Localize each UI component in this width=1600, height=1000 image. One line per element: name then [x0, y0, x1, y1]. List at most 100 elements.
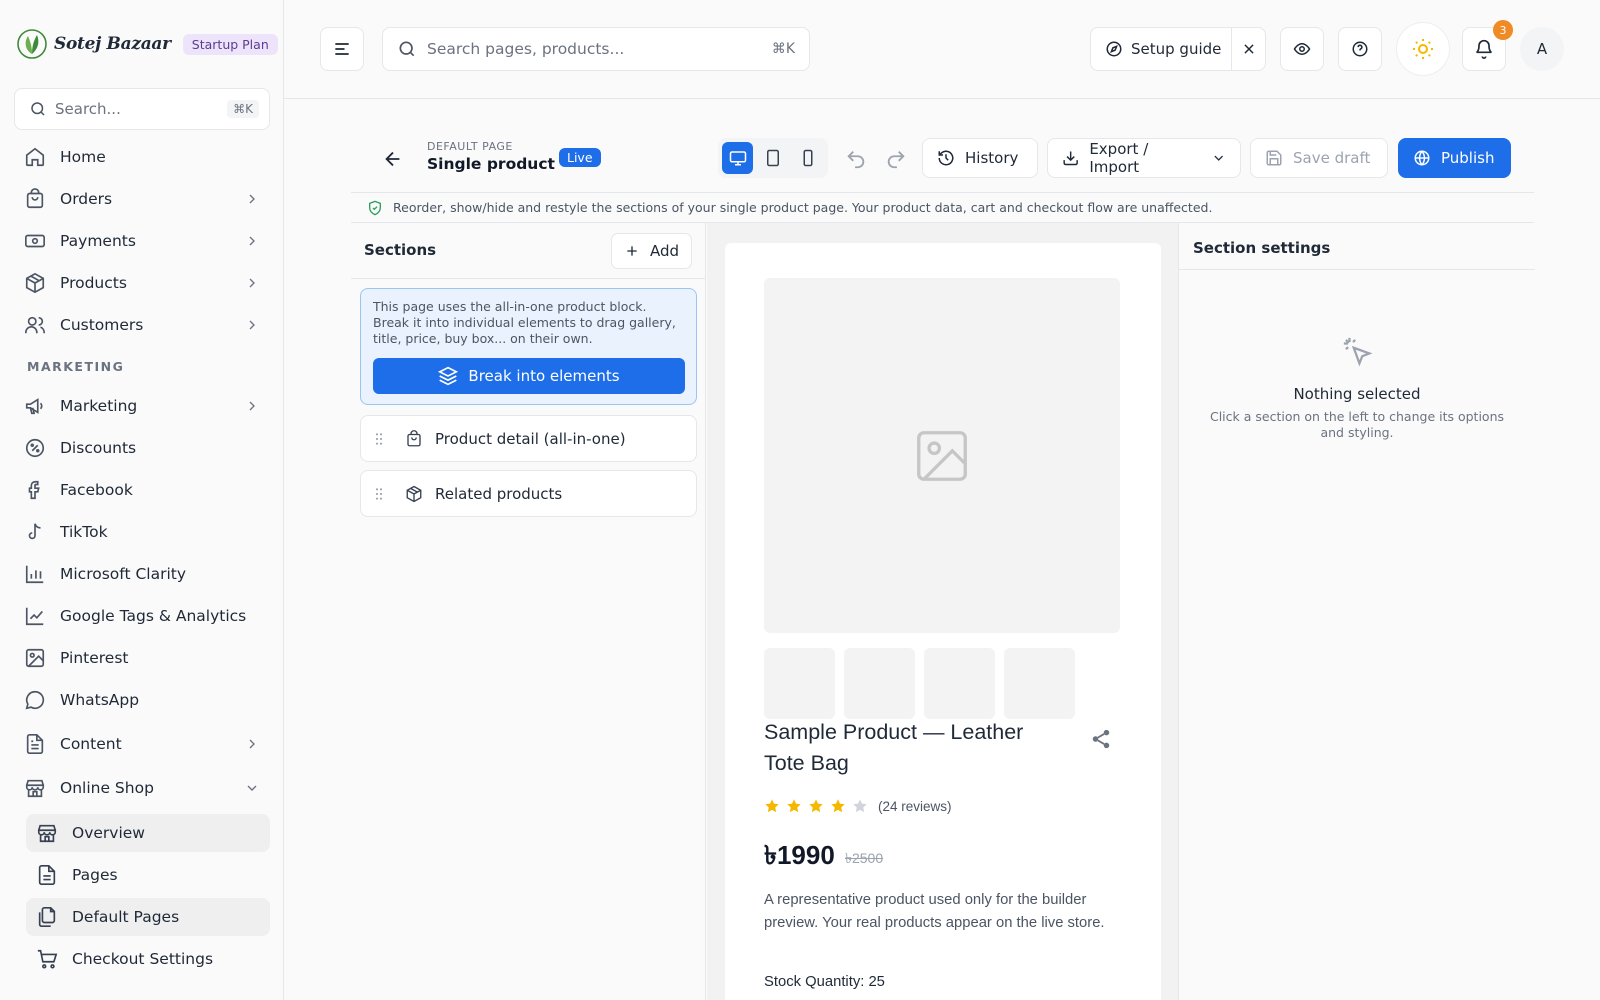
- megaphone-icon: [25, 398, 43, 415]
- brand[interactable]: Sotej Bazaar Startup Plan: [16, 26, 278, 62]
- sidebar-item-home[interactable]: Home: [14, 138, 270, 176]
- sidebar-item-customers[interactable]: Customers: [14, 306, 270, 344]
- empty-state-description: Click a section on the left to change it…: [1209, 409, 1505, 440]
- break-into-elements-button[interactable]: Break into elements: [373, 358, 685, 394]
- sidebar-item-facebook[interactable]: Facebook: [14, 471, 270, 509]
- back-arrow-icon[interactable]: [382, 148, 404, 170]
- publish-button[interactable]: Publish: [1398, 138, 1511, 178]
- close-icon: [1243, 44, 1254, 54]
- line-chart-icon: [25, 607, 44, 626]
- product-old-price: ৳2500: [845, 850, 884, 866]
- setup-guide-open[interactable]: Setup guide: [1091, 28, 1231, 70]
- sidebar-subitem-default-pages[interactable]: Default Pages: [26, 898, 270, 936]
- section-item-product-detail[interactable]: Product detail (all-in-one): [360, 415, 697, 462]
- menu-toggle-button[interactable]: [320, 27, 364, 71]
- shortcut-hint: ⌘K: [227, 100, 259, 118]
- export-import-dropdown[interactable]: Export / Import: [1047, 138, 1241, 178]
- empty-state-title: Nothing selected: [1293, 385, 1421, 403]
- globe-icon: [1414, 150, 1430, 166]
- sidebar-item-google-tags[interactable]: Google Tags & Analytics: [14, 597, 270, 635]
- chevron-right-icon: [249, 401, 255, 411]
- sidebar-item-label: Home: [60, 148, 106, 166]
- mobile-view-button[interactable]: [793, 142, 824, 174]
- sidebar-item-microsoft-clarity[interactable]: Microsoft Clarity: [14, 555, 270, 593]
- layers-icon: [438, 366, 459, 386]
- sidebar-search[interactable]: Search... ⌘K: [14, 88, 270, 130]
- sidebar-item-pinterest[interactable]: Pinterest: [14, 639, 270, 677]
- add-section-button[interactable]: Add: [611, 233, 692, 269]
- sun-icon: [1413, 39, 1433, 59]
- info-banner-text: Reorder, show/hide and restyle the secti…: [393, 200, 1213, 215]
- sidebar-item-discounts[interactable]: Discounts: [14, 429, 270, 467]
- sidebar-item-whatsapp[interactable]: WhatsApp: [14, 681, 270, 719]
- desktop-view-button[interactable]: [722, 142, 754, 174]
- share-icon[interactable]: [1090, 728, 1112, 750]
- sidebar-subitem-checkout-settings[interactable]: Checkout Settings: [26, 940, 270, 978]
- sidebar-item-tiktok[interactable]: TikTok: [14, 513, 270, 551]
- setup-guide-close-button[interactable]: [1231, 28, 1265, 70]
- sidebar-item-label: Google Tags & Analytics: [60, 607, 247, 625]
- device-switcher: [718, 138, 828, 178]
- preview-store-button[interactable]: [1280, 27, 1324, 71]
- star-rating: [764, 798, 868, 814]
- tablet-view-button[interactable]: [757, 142, 788, 174]
- status-badge: Live: [559, 148, 601, 167]
- theme-toggle-button[interactable]: [1396, 22, 1450, 76]
- drag-handle-icon[interactable]: [371, 486, 387, 502]
- product-preview[interactable]: Sample Product — Leather Tote Bag (24 re…: [725, 243, 1161, 1000]
- search-icon: [399, 41, 415, 57]
- breadcrumb: DEFAULT PAGE: [427, 140, 513, 153]
- reviews-count: (24 reviews): [878, 798, 952, 814]
- redo-icon[interactable]: [885, 148, 907, 170]
- product-main-image[interactable]: [764, 278, 1120, 633]
- sidebar: Sotej Bazaar Startup Plan Search... ⌘K H…: [0, 0, 284, 1000]
- sidebar-item-content[interactable]: Content: [14, 725, 270, 763]
- sections-header: Sections Add: [351, 223, 706, 279]
- sidebar-item-orders[interactable]: Orders: [14, 180, 270, 218]
- product-thumbnail[interactable]: [764, 648, 835, 719]
- notifications-button[interactable]: 3: [1462, 20, 1513, 71]
- all-in-one-notice: This page uses the all-in-one product bl…: [360, 288, 697, 405]
- bar-chart-icon: [25, 565, 44, 584]
- help-icon: [1352, 41, 1368, 57]
- search-icon: [31, 102, 45, 116]
- shield-check-icon: [369, 200, 381, 215]
- sidebar-item-payments[interactable]: Payments: [14, 222, 270, 260]
- plus-icon: [627, 246, 637, 256]
- product-title: Sample Product — Leather Tote Bag: [764, 720, 1024, 775]
- global-search-input[interactable]: Search pages, products... ⌘K: [382, 27, 810, 71]
- star-filled-icon: [831, 799, 845, 813]
- bell-icon: [1476, 39, 1492, 59]
- sidebar-subitem-pages[interactable]: Pages: [26, 856, 270, 894]
- sidebar-item-marketing[interactable]: Marketing: [14, 387, 270, 425]
- banknote-icon: [25, 234, 45, 248]
- drag-handle-icon[interactable]: [371, 431, 387, 447]
- break-into-elements-label: Break into elements: [468, 367, 620, 385]
- setup-guide-button[interactable]: Setup guide: [1090, 27, 1266, 71]
- product-thumbnail[interactable]: [1004, 648, 1075, 719]
- product-price: ৳1990: [764, 840, 835, 870]
- sidebar-item-label: Customers: [60, 316, 144, 334]
- brand-name: Sotej Bazaar: [54, 34, 171, 54]
- avatar[interactable]: A: [1520, 27, 1564, 71]
- package-icon: [406, 485, 422, 502]
- save-draft-button[interactable]: Save draft: [1250, 138, 1388, 178]
- notice-text: This page uses the all-in-one product bl…: [373, 299, 676, 346]
- save-icon: [1266, 150, 1282, 166]
- undo-icon[interactable]: [845, 148, 867, 170]
- product-thumbnail[interactable]: [924, 648, 995, 719]
- sidebar-subitem-overview[interactable]: Overview: [26, 814, 270, 852]
- star-filled-icon: [809, 799, 823, 813]
- sidebar-item-online-shop[interactable]: Online Shop: [14, 769, 270, 807]
- section-item-related-products[interactable]: Related products: [360, 470, 697, 517]
- product-thumbnail[interactable]: [844, 648, 915, 719]
- sidebar-item-label: Payments: [60, 232, 136, 250]
- sidebar-section-heading: MARKETING: [27, 359, 125, 374]
- leaf-logo-icon: [17, 29, 47, 59]
- sidebar-item-label: Marketing: [60, 397, 138, 415]
- chevron-right-icon: [249, 320, 255, 330]
- history-button[interactable]: History: [922, 138, 1038, 178]
- help-button[interactable]: [1338, 27, 1382, 71]
- sidebar-item-label: Content: [60, 735, 122, 753]
- sidebar-item-products[interactable]: Products: [14, 264, 270, 302]
